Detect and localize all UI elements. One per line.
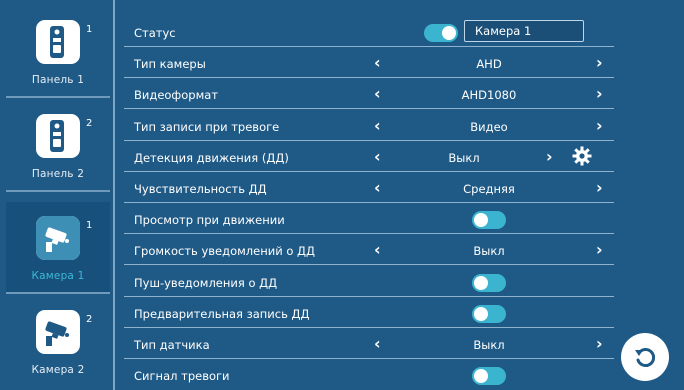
toggle-knob (474, 306, 488, 321)
setting-label: Тип камеры (134, 57, 206, 72)
gear-icon[interactable] (572, 146, 592, 166)
sidebar-item-label: Панель 2 (31, 168, 85, 180)
setting-label: Предварительная запись ДД (134, 306, 310, 321)
setting-md-sensitivity: Чувствительность ДД ‹ Средняя › (124, 176, 614, 203)
md-prerecord-toggle[interactable] (472, 304, 506, 323)
setting-value: Выкл (448, 150, 480, 165)
toggle-knob (474, 213, 488, 228)
door-panel-icon: 1 (36, 20, 92, 64)
setting-md-prerecord: Предварительная запись ДД (124, 301, 614, 328)
setting-label: Чувствительность ДД (134, 181, 267, 196)
sidebar-item-label: Камера 2 (31, 364, 85, 376)
toggle-knob (442, 26, 456, 40)
setting-label: Сигнал тревоги (134, 369, 230, 384)
sidebar-divider (113, 0, 115, 390)
undo-icon (635, 348, 656, 367)
setting-status: Статус Камера 1 (124, 20, 614, 47)
setting-value: AHD1080 (461, 88, 517, 103)
setting-md-notify-volume: Громкость уведомлений о ДД ‹ Выкл › (124, 238, 614, 266)
setting-view-on-motion: Просмотр при движении (124, 207, 614, 235)
camera-name-value: Камера 1 (475, 24, 532, 38)
sidebar-item-panel-1[interactable]: 1 Панель 1 (6, 6, 110, 98)
setting-motion-detection: Детекция движения (ДД) ‹ Выкл › (124, 145, 614, 172)
door-panel-icon: 2 (36, 114, 92, 158)
setting-label: Пуш-уведомления о ДД (134, 275, 278, 290)
setting-video-format: Видеоформат ‹ AHD1080 › (124, 82, 614, 110)
setting-camera-type: Тип камеры ‹ AHD › (124, 51, 614, 79)
sidebar-item-label: Панель 1 (31, 74, 85, 86)
chevron-right-icon[interactable]: › (596, 178, 603, 198)
setting-label: Просмотр при движении (134, 213, 285, 228)
chevron-right-icon[interactable]: › (546, 147, 553, 167)
setting-label: Тип записи при тревоге (134, 119, 280, 134)
toggle-knob (474, 369, 488, 384)
settings-list: Статус Камера 1 Тип камеры ‹ AHD › Видео… (124, 20, 614, 390)
chevron-right-icon[interactable]: › (596, 334, 603, 354)
setting-value: Средняя (463, 181, 515, 196)
camera-icon: 1 (36, 216, 92, 260)
sidebar-item-panel-2[interactable]: 2 Панель 2 (6, 100, 110, 192)
setting-md-push: Пуш-уведомления о ДД (124, 270, 614, 297)
sidebar-item-camera-2[interactable]: 2 Камера 2 (6, 296, 110, 388)
chevron-right-icon[interactable]: › (596, 53, 603, 73)
camera-name-field[interactable]: Камера 1 (464, 20, 584, 42)
chevron-right-icon[interactable]: › (596, 116, 603, 136)
camera-number: 2 (86, 314, 93, 325)
setting-label: Детекция движения (ДД) (134, 150, 289, 165)
setting-alarm-record-type: Тип записи при тревоге ‹ Видео › (124, 114, 614, 141)
setting-label: Статус (134, 26, 176, 40)
setting-label: Тип датчика (134, 337, 210, 352)
setting-value: Выкл (473, 337, 505, 352)
view-on-motion-toggle[interactable] (472, 211, 506, 230)
setting-value: Выкл (473, 244, 505, 259)
panel-number: 2 (86, 118, 93, 129)
status-toggle[interactable] (424, 24, 458, 42)
setting-label: Громкость уведомлений о ДД (134, 244, 315, 259)
camera-number: 1 (86, 220, 93, 231)
sidebar: 1 Панель 1 2 Панель 2 1 Камера 1 2 Камер… (0, 0, 114, 390)
chevron-right-icon[interactable]: › (596, 240, 603, 260)
setting-alarm-signal: Сигнал тревоги (124, 363, 614, 390)
camera-icon: 2 (36, 310, 92, 354)
chevron-right-icon[interactable]: › (596, 84, 603, 104)
md-push-toggle[interactable] (472, 273, 506, 292)
back-button[interactable] (621, 333, 669, 381)
sidebar-item-label: Камера 1 (31, 270, 85, 282)
setting-value: AHD (476, 57, 502, 72)
setting-sensor-type: Тип датчика ‹ Выкл › (124, 332, 614, 359)
toggle-knob (474, 275, 488, 290)
alarm-signal-toggle[interactable] (472, 367, 506, 386)
sidebar-item-camera-1[interactable]: 1 Камера 1 (6, 202, 110, 294)
setting-value: Видео (470, 119, 508, 134)
setting-label: Видеоформат (134, 88, 219, 103)
panel-number: 1 (86, 24, 93, 35)
